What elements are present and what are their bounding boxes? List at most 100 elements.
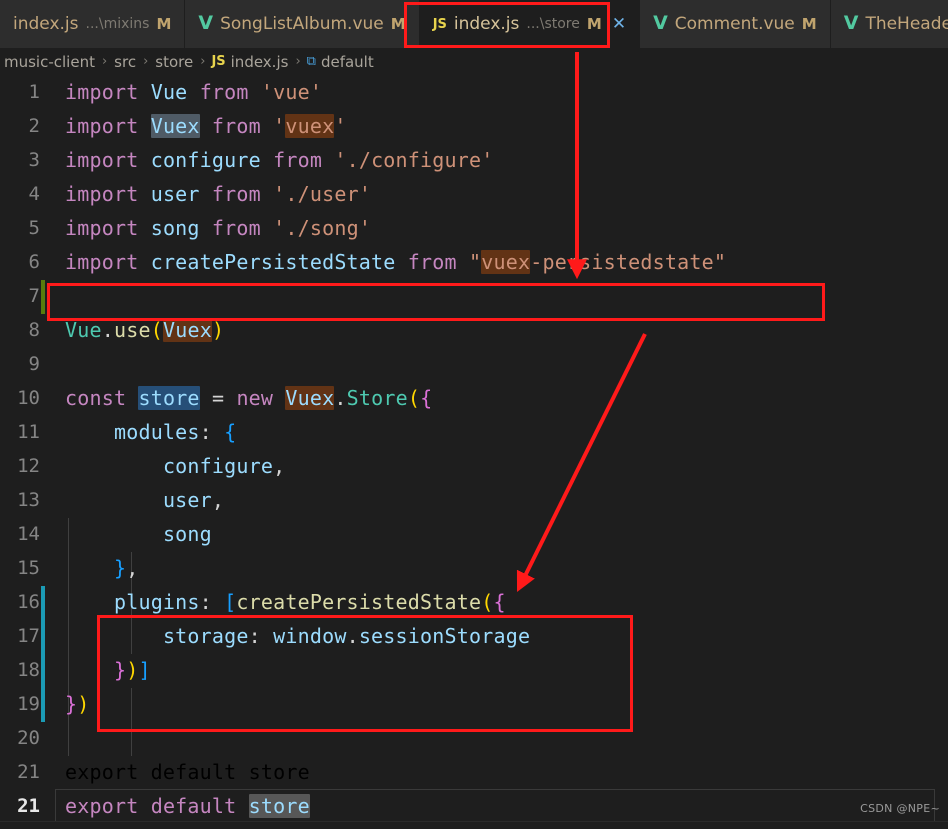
line-content: user, xyxy=(162,488,225,512)
chevron-right-icon: › xyxy=(200,54,206,69)
line-number: 8 xyxy=(28,319,40,341)
code-line[interactable]: 7 xyxy=(0,279,948,313)
line-number: 13 xyxy=(17,489,40,511)
vue-icon: V xyxy=(843,12,859,35)
tab-index-js-store[interactable]: JS index.js ...\store M ✕ xyxy=(419,0,641,48)
line-number: 1 xyxy=(28,81,40,103)
code-line[interactable]: 15 }, xyxy=(0,551,948,585)
line-number: 16 xyxy=(17,591,40,613)
line-number: 14 xyxy=(17,523,40,545)
symbol-icon: ⧉ xyxy=(306,54,316,69)
tab-comment-vue[interactable]: V Comment.vue M xyxy=(640,0,831,48)
tab-label: index.js xyxy=(13,14,79,34)
js-icon: JS xyxy=(432,16,447,32)
line-content: song xyxy=(162,522,212,546)
line-content: export default store xyxy=(65,760,310,784)
line-number: 9 xyxy=(28,353,40,375)
line-number: 21 xyxy=(17,795,40,817)
tab-label: Comment.vue xyxy=(674,14,795,34)
code-line[interactable]: 12 configure, xyxy=(0,449,948,483)
code-line[interactable]: 16 plugins: [createPersistedState({ xyxy=(0,585,948,619)
breadcrumb-item-store[interactable]: store xyxy=(154,53,194,71)
line-number: 10 xyxy=(17,387,40,409)
code-line[interactable]: 8 Vue.use(Vuex) xyxy=(0,313,948,347)
code-line[interactable]: 14 song xyxy=(0,517,948,551)
code-line[interactable]: 18 })] xyxy=(0,653,948,687)
chevron-right-icon: › xyxy=(101,54,108,69)
line-number: 20 xyxy=(17,727,40,749)
watermark: CSDN @NPE~ xyxy=(860,802,940,815)
line-number: 12 xyxy=(17,455,40,477)
tab-modified-badge: M xyxy=(156,15,172,33)
line-number: 11 xyxy=(17,421,40,443)
code-editor[interactable]: 1 import Vue from 'vue' 2 import Vuex fr… xyxy=(0,75,948,829)
code-line[interactable]: 5 import song from './song' xyxy=(0,211,948,245)
editor-tab-bar: index.js ...\mixins M V SongListAlbum.vu… xyxy=(0,0,948,48)
line-number: 6 xyxy=(28,251,40,273)
line-number: 7 xyxy=(28,285,40,307)
code-line[interactable]: 21 export default store xyxy=(0,755,948,789)
code-line[interactable]: 11 modules: { xyxy=(0,415,948,449)
code-line[interactable]: 10 const store = new Vuex.Store({ xyxy=(0,381,948,415)
line-number: 3 xyxy=(28,149,40,171)
code-line[interactable]: 21 export default store xyxy=(0,789,948,823)
close-icon[interactable]: ✕ xyxy=(612,15,626,33)
line-content: storage: window.sessionStorage xyxy=(162,624,531,648)
tab-label: TheHeader.vue xyxy=(865,14,948,34)
chevron-right-icon: › xyxy=(295,54,301,69)
line-content: import user from './user' xyxy=(65,182,372,206)
tab-path: ...\store xyxy=(526,16,580,32)
js-icon: JS xyxy=(211,54,226,69)
line-number: 2 xyxy=(28,115,40,137)
line-content: }, xyxy=(113,556,139,580)
editor-bottom-edge xyxy=(0,821,948,829)
breadcrumb: music-client › src › store › JS index.js… xyxy=(0,48,948,75)
code-line[interactable]: 19 }) xyxy=(0,687,948,721)
line-number: 18 xyxy=(17,659,40,681)
tab-songlistalbum-vue[interactable]: V SongListAlbum.vue M xyxy=(185,0,420,48)
line-number: 19 xyxy=(17,693,40,715)
chevron-right-icon: › xyxy=(143,54,149,69)
line-number: 17 xyxy=(17,625,40,647)
tab-index-js-mixins[interactable]: index.js ...\mixins M xyxy=(0,0,186,48)
line-content: import song from './song' xyxy=(65,216,372,240)
line-content: plugins: [createPersistedState({ xyxy=(113,590,506,614)
code-line[interactable]: 4 import user from './user' xyxy=(0,177,948,211)
code-line[interactable]: 6 import createPersistedState from "vuex… xyxy=(0,245,948,279)
tab-modified-badge: M xyxy=(586,15,602,33)
breadcrumb-item-default[interactable]: default xyxy=(320,53,375,71)
line-content: import Vuex from 'vuex' xyxy=(65,114,347,138)
tab-path: ...\mixins xyxy=(85,16,150,32)
line-content: export default store xyxy=(65,794,310,818)
breadcrumb-item-music-client[interactable]: music-client xyxy=(3,53,96,71)
line-content: import configure from './configure' xyxy=(65,148,494,172)
line-content: const store = new Vuex.Store({ xyxy=(65,386,433,410)
line-content: Vue.use(Vuex) xyxy=(65,318,225,342)
line-number: 5 xyxy=(28,217,40,239)
tab-modified-badge: M xyxy=(801,15,817,33)
line-content: }) xyxy=(65,692,90,716)
vue-icon: V xyxy=(653,12,668,35)
breadcrumb-item-index-js[interactable]: index.js xyxy=(230,53,290,71)
line-content: configure, xyxy=(162,454,286,478)
code-line[interactable]: 13 user, xyxy=(0,483,948,517)
code-line[interactable]: 17 storage: window.sessionStorage xyxy=(0,619,948,653)
line-content: })] xyxy=(113,658,151,682)
line-number: 21 xyxy=(17,761,40,783)
tab-modified-badge: M xyxy=(390,15,406,33)
line-content: import createPersistedState from "vuex-p… xyxy=(65,250,727,274)
code-line[interactable]: 3 import configure from './configure' xyxy=(0,143,948,177)
line-content: import Vue from 'vue' xyxy=(65,80,323,104)
line-number: 15 xyxy=(17,557,40,579)
tab-label: SongListAlbum.vue xyxy=(220,14,384,34)
code-line[interactable]: 1 import Vue from 'vue' xyxy=(0,75,948,109)
vue-icon: V xyxy=(198,12,214,35)
line-content: modules: { xyxy=(113,420,237,444)
code-line[interactable]: 9 xyxy=(0,347,948,381)
tab-theheader-vue[interactable]: V TheHeader.vue xyxy=(830,0,948,48)
breadcrumb-item-src[interactable]: src xyxy=(113,53,137,71)
code-line[interactable]: 2 import Vuex from 'vuex' xyxy=(0,109,948,143)
line-number: 4 xyxy=(28,183,40,205)
code-line[interactable]: 20 xyxy=(0,721,948,755)
tab-label: index.js xyxy=(453,14,520,34)
